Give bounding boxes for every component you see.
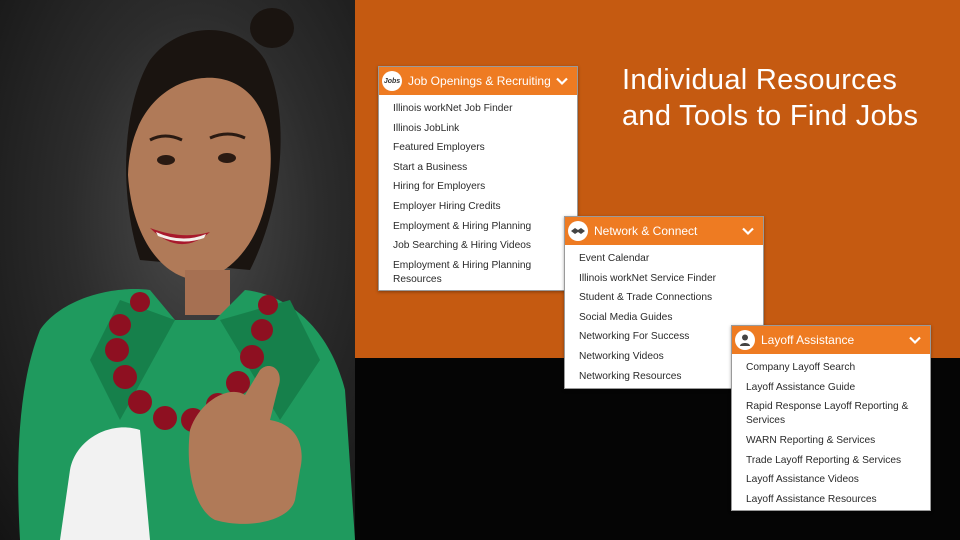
person-icon xyxy=(735,330,755,350)
menu-item-company-layoff-search[interactable]: Company Layoff Search xyxy=(732,358,930,378)
menu-item-layoff-assistance-videos[interactable]: Layoff Assistance Videos xyxy=(732,470,930,490)
job-openings-menu-list: Illinois workNet Job Finder Illinois Job… xyxy=(379,95,577,294)
menu-item-service-finder[interactable]: Illinois workNet Service Finder xyxy=(565,269,763,289)
woman-thumbs-up-illustration xyxy=(18,8,355,540)
job-openings-menu-title: Job Openings & Recruiting xyxy=(408,74,551,88)
network-connect-menu-header[interactable]: Network & Connect xyxy=(565,217,763,245)
chevron-down-icon[interactable] xyxy=(908,333,922,347)
handshake-icon xyxy=(568,221,588,241)
layoff-assistance-menu-title: Layoff Assistance xyxy=(761,333,855,347)
menu-item-student-trade-connections[interactable]: Student & Trade Connections xyxy=(565,288,763,308)
chevron-down-icon[interactable] xyxy=(555,74,569,88)
jobs-logo-text: Jobs xyxy=(383,77,401,85)
menu-item-rapid-response[interactable]: Rapid Response Layoff Reporting & Servic… xyxy=(732,397,930,431)
chevron-down-icon[interactable] xyxy=(741,224,755,238)
menu-item-job-finder[interactable]: Illinois workNet Job Finder xyxy=(379,99,577,119)
menu-item-layoff-assistance-guide[interactable]: Layoff Assistance Guide xyxy=(732,378,930,398)
slide-title: Individual Resources and Tools to Find J… xyxy=(622,64,919,132)
woman-thumbs-up-photo xyxy=(0,0,355,540)
jobs-logo-icon: Jobs xyxy=(382,71,402,91)
layoff-assistance-menu-header[interactable]: Layoff Assistance xyxy=(732,326,930,354)
menu-item-employment-hiring-resources[interactable]: Employment & Hiring Planning Resources xyxy=(379,256,577,290)
menu-item-start-business[interactable]: Start a Business xyxy=(379,158,577,178)
menu-item-employer-hiring-credits[interactable]: Employer Hiring Credits xyxy=(379,197,577,217)
layoff-assistance-menu: Layoff Assistance Company Layoff Search … xyxy=(731,325,931,511)
menu-item-job-searching-videos[interactable]: Job Searching & Hiring Videos xyxy=(379,236,577,256)
job-openings-menu: Jobs Job Openings & Recruiting Illinois … xyxy=(378,66,578,291)
menu-item-warn-reporting[interactable]: WARN Reporting & Services xyxy=(732,431,930,451)
menu-item-event-calendar[interactable]: Event Calendar xyxy=(565,249,763,269)
menu-item-joblink[interactable]: Illinois JobLink xyxy=(379,119,577,139)
menu-item-hiring-for-employers[interactable]: Hiring for Employers xyxy=(379,177,577,197)
menu-item-trade-layoff-reporting[interactable]: Trade Layoff Reporting & Services xyxy=(732,451,930,471)
layoff-assistance-menu-list: Company Layoff Search Layoff Assistance … xyxy=(732,354,930,514)
menu-item-layoff-assistance-resources[interactable]: Layoff Assistance Resources xyxy=(732,490,930,510)
menu-item-employment-hiring-planning[interactable]: Employment & Hiring Planning xyxy=(379,217,577,237)
job-openings-menu-header[interactable]: Jobs Job Openings & Recruiting xyxy=(379,67,577,95)
network-connect-menu-title: Network & Connect xyxy=(594,224,698,238)
menu-item-featured-employers[interactable]: Featured Employers xyxy=(379,138,577,158)
